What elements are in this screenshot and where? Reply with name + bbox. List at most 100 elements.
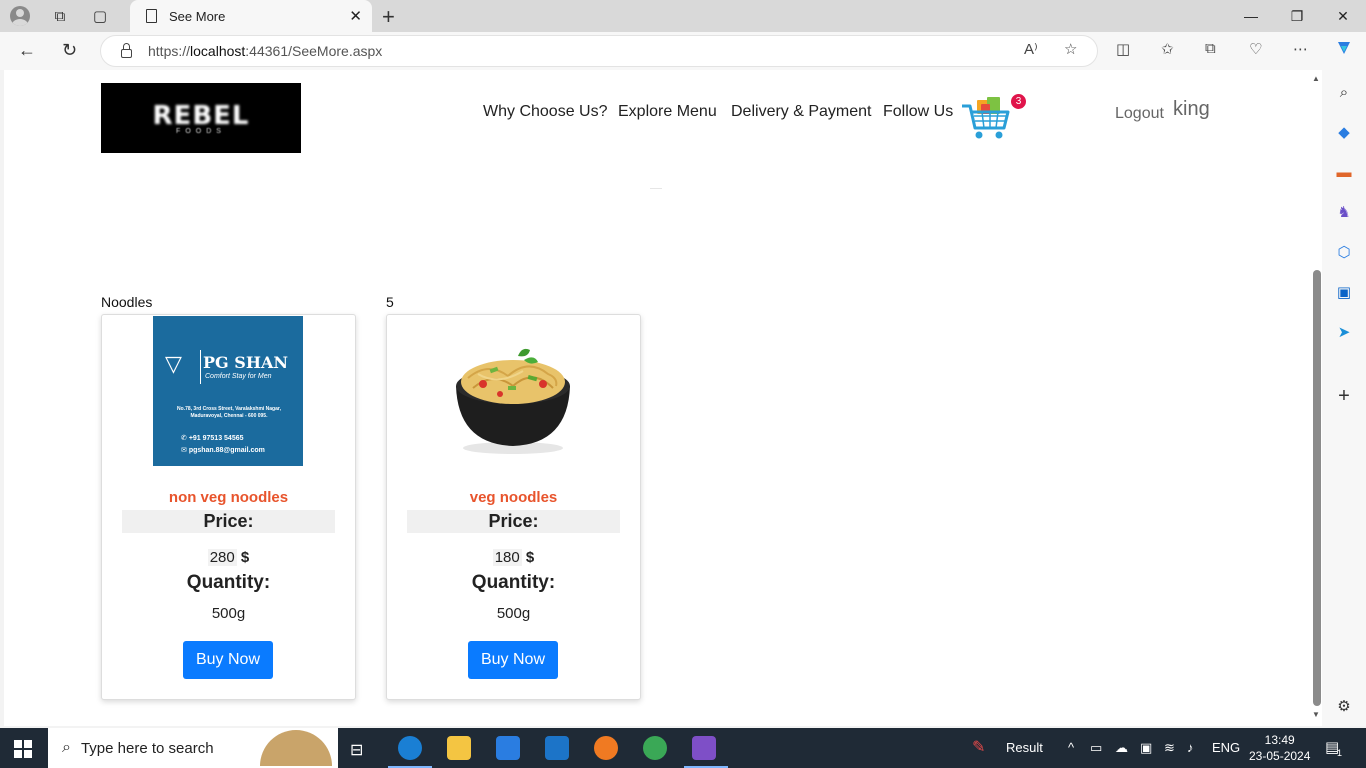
cart-count-badge: 3 [1011,94,1026,109]
product-image: ▽ PG SHAN Comfort Stay for Men No.78, 3r… [153,316,303,466]
notification-count: 1 [1337,748,1343,758]
microsoft-365-icon[interactable]: ⬡ [1334,242,1354,262]
outlook-icon[interactable]: ▣ [1334,282,1354,302]
close-window-icon[interactable]: ✕ [1320,0,1366,32]
divider [200,350,201,384]
taskbar-search-box[interactable]: ⌕ Type here to search [48,728,338,768]
quantity-heading: Quantity: [471,572,556,593]
browser-sidebar: ⌕ ◆ ▬ ♞ ⬡ ▣ ➤ + ⚙ [1322,70,1366,726]
scroll-down-arrow[interactable]: ▼ [1312,710,1320,719]
show-hidden-icons-icon[interactable]: ^ [1068,740,1074,755]
clock-date: 23-05-2024 [1249,749,1311,763]
favorites-icon[interactable]: ✩ [1161,40,1174,58]
search-highlight-image [260,730,332,766]
battery-icon[interactable]: ▭ [1090,740,1102,756]
page-viewport: REBEL FOODS Why Choose Us? Explore Menu … [4,70,1322,726]
mail-icon[interactable] [545,736,569,760]
chrome-icon[interactable] [643,736,667,760]
quantity-heading: Quantity: [186,572,271,593]
search-icon: ⌕ [62,739,71,756]
read-aloud-icon[interactable]: A⁾ [1024,40,1038,58]
copilot-icon[interactable] [1334,38,1354,62]
split-screen-icon[interactable]: ◫ [1116,40,1130,58]
visual-studio-icon[interactable] [692,736,716,760]
shopping-tag-icon[interactable]: ◆ [1334,122,1354,142]
minimize-icon[interactable]: — [1228,0,1274,32]
tab-title: See More [169,8,226,24]
nav-why-choose-us[interactable]: Why Choose Us? [483,103,608,121]
firefox-icon[interactable] [594,736,618,760]
nav-explore-menu[interactable]: Explore Menu [618,103,717,121]
wifi-icon[interactable]: ≋ [1164,740,1175,756]
logo-text: REBEL [152,101,250,131]
more-menu-icon[interactable]: ⋯ [1293,40,1308,58]
favorite-star-icon[interactable]: ☆ [1064,40,1077,58]
nav-delivery-payment[interactable]: Delivery & Payment [731,103,872,121]
page-icon [146,9,157,23]
product-name: veg noodles [469,489,558,506]
search-icon[interactable]: ⌕ [1334,82,1354,102]
edge-browser-icon[interactable] [398,736,422,760]
buy-now-button[interactable]: Buy Now [468,641,558,679]
restore-icon[interactable]: ❐ [1274,0,1320,32]
category-label: Noodles [101,294,153,310]
site-logo[interactable]: REBEL FOODS [101,83,301,153]
refresh-icon[interactable]: ↻ [62,40,77,61]
tools-icon[interactable]: ▬ [1334,162,1354,182]
quantity-value: 500g [211,605,246,622]
price-heading: Price: [407,510,620,533]
username-label: king [1173,98,1210,120]
workspaces-icon[interactable]: ⧉ [40,0,80,32]
address-bar[interactable]: https://localhost:44361/SeeMore.aspx [100,35,1098,67]
tab-see-more[interactable]: See More ✕ [130,0,372,32]
pg-logo-mark: ▽ [165,351,182,377]
search-placeholder: Type here to search [80,739,214,757]
lock-icon[interactable] [121,43,132,58]
image-address: No.78, 3rd Cross Street, Varalakshmi Nag… [177,406,281,419]
divider [650,188,662,189]
send-icon[interactable]: ➤ [1334,322,1354,342]
performance-icon[interactable]: ♡ [1249,40,1262,58]
quantity-value: 500g [496,605,531,622]
language-indicator[interactable]: ENG [1212,740,1240,755]
new-tab-icon[interactable]: + [382,4,395,30]
url-text[interactable]: https://localhost:44361/SeeMore.aspx [148,43,382,59]
image-phone: ✆ +91 97513 54565 [181,435,244,442]
microsoft-store-icon[interactable] [496,736,520,760]
settings-gear-icon[interactable]: ⚙ [1334,696,1354,716]
close-tab-icon[interactable]: ✕ [349,7,362,25]
nav-follow-us[interactable]: Follow Us [883,103,953,121]
games-icon[interactable]: ♞ [1334,202,1354,222]
file-explorer-icon[interactable] [447,736,471,760]
profile-icon[interactable] [0,0,40,32]
product-card: ▽ PG SHAN Comfort Stay for Men No.78, 3r… [101,314,356,700]
price-value: 180 $ [492,549,535,566]
windows-taskbar: ⌕ Type here to search ⊟ ✎ Result ^ ▭ ☁ ▣… [0,728,1366,768]
add-icon[interactable]: + [1334,385,1354,407]
clock-time: 13:49 [1264,733,1295,747]
task-view-icon[interactable]: ⊟ [350,740,363,760]
vertical-scrollbar[interactable]: ▲ ▼ [1310,70,1322,726]
scroll-up-arrow[interactable]: ▲ [1312,74,1320,83]
onedrive-icon[interactable]: ☁ [1115,740,1128,756]
item-count-label: 5 [386,294,394,310]
buy-now-button[interactable]: Buy Now [183,641,273,679]
image-email: ✉ pgshan.88@gmail.com [181,447,265,454]
volume-icon[interactable]: ♪ [1187,740,1194,755]
scrollbar-thumb[interactable] [1313,270,1321,706]
collections-icon[interactable]: ⧉ [1205,40,1216,57]
image-tagline: Comfort Stay for Men [205,373,272,380]
browser-toolbar: ← ↻ https://localhost:44361/SeeMore.aspx… [0,32,1366,70]
image-brand: PG SHAN [203,353,288,372]
result-app-icon[interactable]: ✎ [972,737,985,757]
price-value: 280 $ [207,549,250,566]
logout-link[interactable]: Logout [1115,105,1164,123]
windows-start-icon[interactable] [14,740,32,758]
browser-tab-bar: ⧉ ▢ See More ✕ + — ❐ ✕ [0,0,1366,32]
camera-icon[interactable]: ▣ [1140,740,1152,756]
back-icon[interactable]: ← [18,40,36,61]
system-clock[interactable]: 13:49 23-05-2024 [1249,732,1310,764]
price-heading: Price: [122,510,335,533]
tab-actions-icon[interactable]: ▢ [80,0,120,32]
result-label[interactable]: Result [1006,740,1043,755]
